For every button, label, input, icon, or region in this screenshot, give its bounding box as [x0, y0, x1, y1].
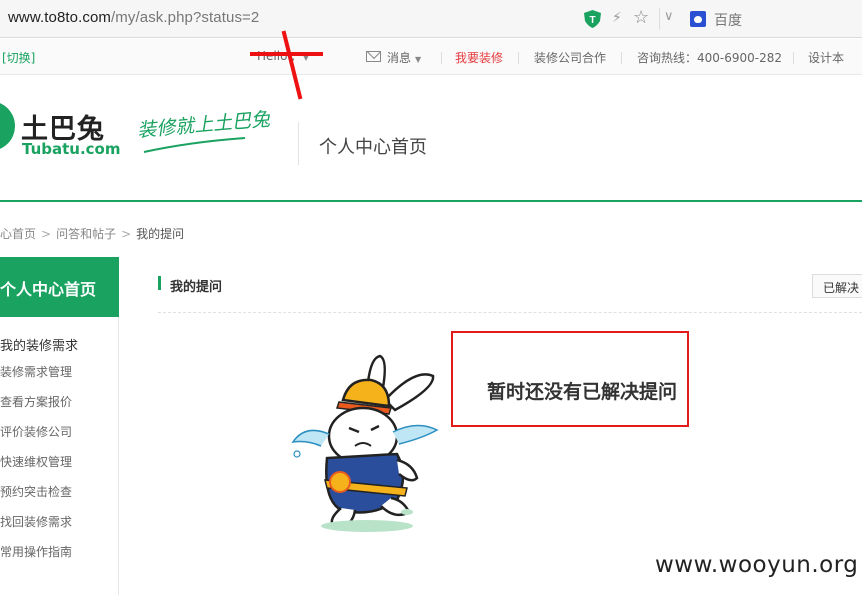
renovate-link[interactable]: 我要装修 [455, 49, 503, 66]
panel-title: 我的提问 [170, 280, 223, 295]
search-engine-label[interactable]: 百度 [714, 10, 742, 30]
sidebar-item[interactable]: 快速维权管理 [0, 453, 72, 470]
sidebar-item[interactable]: 预约突击检查 [0, 483, 72, 500]
slogan-swoosh [143, 137, 246, 153]
lightning-icon[interactable]: ⚡ [612, 10, 622, 26]
sidebar-header[interactable]: 个人中心首页 [0, 257, 119, 317]
divider [621, 52, 622, 64]
url-host: www.to8to.com [8, 9, 112, 26]
divider [518, 52, 519, 64]
browser-address-bar: www.to8to.com/my/ask.php?status=2 T ⚡ ☆ … [0, 0, 862, 38]
sidebar-item[interactable]: 找回装修需求 [0, 513, 72, 530]
baidu-icon[interactable] [690, 11, 706, 27]
switch-city-link[interactable]: [切换] [2, 49, 35, 66]
sidebar-item[interactable]: 查看方案报价 [0, 393, 72, 410]
breadcrumb-qa[interactable]: 问答和帖子 [56, 227, 116, 241]
shield-icon[interactable]: T [584, 10, 601, 28]
logo-domain[interactable]: Tubatu.com [22, 140, 121, 158]
divider [793, 52, 794, 64]
divider [441, 52, 442, 64]
breadcrumb: 心首页 > 问答和帖子 > 我的提问 [0, 225, 184, 242]
page-title: 个人中心首页 [319, 137, 427, 158]
breadcrumb-separator: > [41, 227, 52, 241]
mail-icon[interactable] [366, 51, 381, 62]
divider [298, 122, 299, 165]
annotation-cross-horizontal [250, 52, 323, 56]
url-path: /my/ask.php?status=2 [111, 9, 260, 26]
site-header: 土巴兔 Tubatu.com 装修就上土巴兔 个人中心首页 [0, 76, 862, 202]
site-top-nav: [切换] Hello , ▼ 消息 ▼ 我要装修 装修公司合作 咨询热线：400-… [0, 39, 862, 75]
sidebar-item[interactable]: 评价装修公司 [0, 423, 72, 440]
sidebar-item[interactable]: 装修需求管理 [0, 363, 72, 380]
hotline-text: 咨询热线：400-6900-282 [637, 51, 783, 65]
url-field[interactable]: www.to8to.com/my/ask.php?status=2 [8, 9, 259, 26]
tab-resolved[interactable]: 已解决 [812, 274, 862, 298]
messages-label: 消息 [387, 51, 412, 65]
breadcrumb-separator: > [121, 227, 132, 241]
svg-text:T: T [589, 15, 595, 26]
star-icon[interactable]: ☆ [633, 7, 649, 28]
divider [659, 8, 660, 30]
panel-title-accent [158, 276, 161, 290]
breadcrumb-home[interactable]: 心首页 [0, 227, 36, 241]
messages-menu[interactable]: 消息 ▼ [387, 49, 421, 66]
breadcrumb-current: 我的提问 [136, 227, 185, 241]
sidebar-section-title[interactable]: 我的装修需求 [0, 335, 78, 354]
watermark: www.wooyun.org [655, 552, 859, 578]
chevron-down-icon[interactable]: ∨ [664, 9, 674, 24]
divider [158, 312, 862, 313]
designer-link[interactable]: 设计本 [808, 49, 844, 66]
caret-down-icon: ▼ [415, 55, 422, 64]
crying-rabbit-mascot-icon [291, 354, 439, 532]
cooperate-link[interactable]: 装修公司合作 [534, 49, 606, 66]
logo-mark-icon[interactable] [0, 101, 15, 151]
sidebar-item[interactable]: 常用操作指南 [0, 543, 72, 560]
empty-state-message: 暂时还没有已解决提问 [487, 381, 678, 403]
